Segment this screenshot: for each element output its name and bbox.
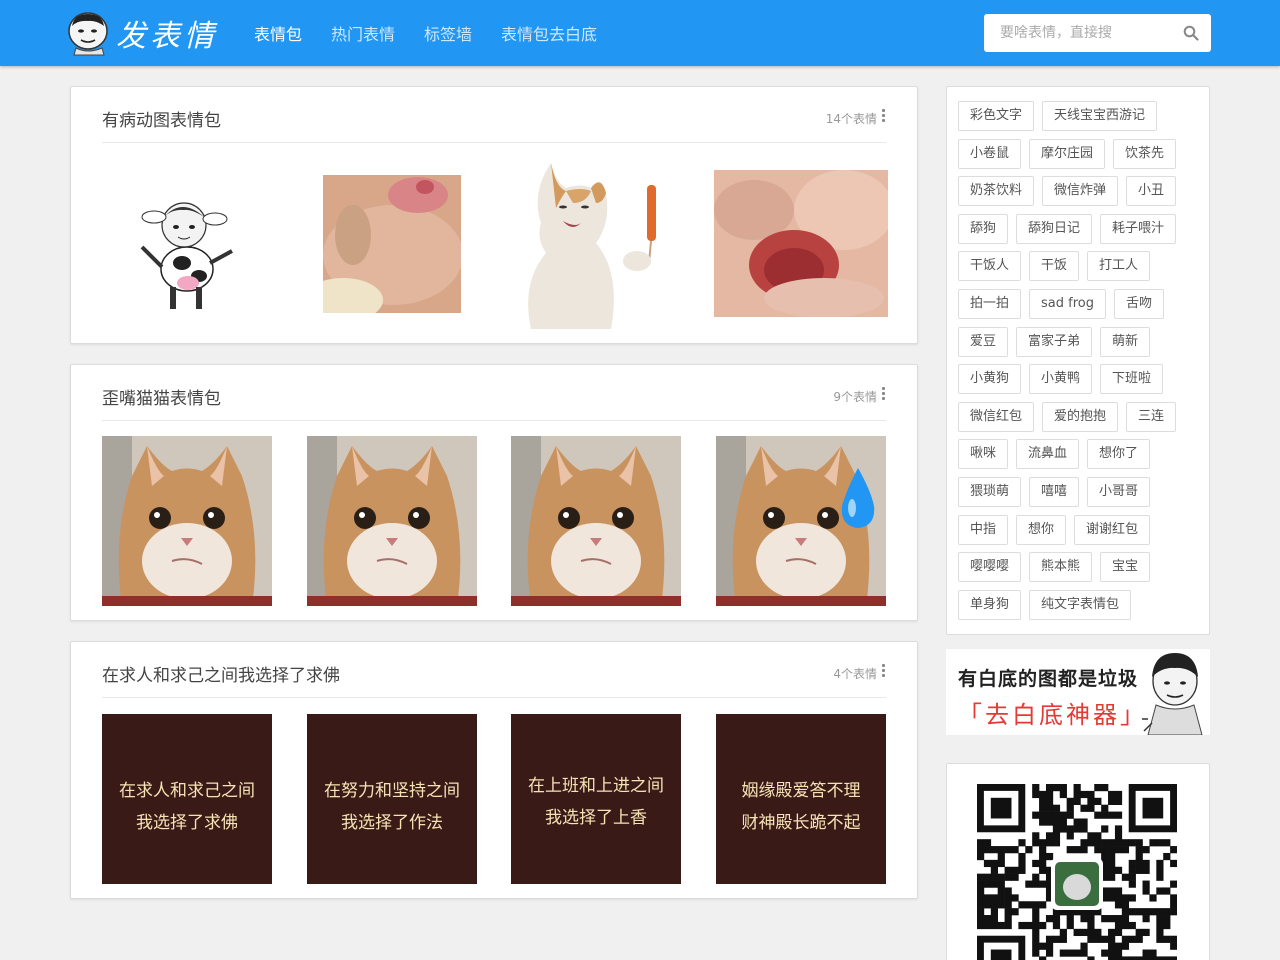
album-count: 4个表情 bbox=[833, 667, 877, 681]
tag-item[interactable]: 想你 bbox=[1016, 514, 1067, 545]
more-icon[interactable] bbox=[882, 664, 886, 678]
tag-item[interactable]: 小黄鸭 bbox=[1029, 364, 1093, 395]
meme-face-icon bbox=[68, 12, 108, 56]
mushroom-head-meme-icon bbox=[1142, 653, 1203, 735]
tag-cloud: 彩色文字 天线宝宝西游记 小卷鼠 摩尔庄园 饮茶先奶茶饮料 微信炸弹 小丑舔狗 舔狗日记 耗子喂… bbox=[946, 86, 1210, 635]
smirking-cat-sweat-drop-icon[interactable] bbox=[716, 436, 886, 606]
tag-item[interactable]: 拍一拍 bbox=[958, 288, 1022, 319]
divider bbox=[102, 697, 886, 698]
site-logo[interactable]: 发表情 bbox=[66, 10, 218, 56]
tag-item[interactable]: 彩色文字 bbox=[958, 101, 1035, 131]
main-nav: 表情包 热门表情 标签墙 表情包去白底 bbox=[254, 0, 626, 66]
tag-item[interactable]: 啾咪 bbox=[958, 439, 1009, 470]
text-meme-line2: 我选择了上香 bbox=[545, 808, 647, 828]
tag-item[interactable]: 纯文字表情包 bbox=[1029, 589, 1132, 620]
tag-item[interactable]: 小哥哥 bbox=[1087, 476, 1151, 507]
album-card: 歪嘴猫猫表情包 9个表情 bbox=[70, 364, 918, 621]
tag-item[interactable]: 爱的抱抱 bbox=[1042, 401, 1119, 432]
nav-hot-memes[interactable]: 热门表情 bbox=[331, 21, 395, 45]
album-title[interactable]: 歪嘴猫猫表情包 bbox=[102, 384, 221, 409]
tag-item[interactable]: 嘻嘻 bbox=[1029, 476, 1080, 507]
tag-item[interactable]: 爱豆 bbox=[958, 326, 1009, 357]
wechat-qr-card bbox=[946, 763, 1210, 960]
divider bbox=[102, 142, 886, 143]
nav-tag-wall[interactable]: 标签墙 bbox=[424, 21, 472, 45]
top-navbar: 发表情 表情包 热门表情 标签墙 表情包去白底 bbox=[0, 0, 1280, 66]
album-count: 9个表情 bbox=[833, 390, 877, 404]
tag-item[interactable]: 下班啦 bbox=[1100, 364, 1164, 395]
tag-item[interactable]: 小卷鼠 bbox=[958, 138, 1022, 169]
tag-item[interactable]: 嘤嘤嘤 bbox=[958, 552, 1022, 583]
text-meme-line2: 我选择了求佛 bbox=[136, 813, 238, 833]
search-box bbox=[984, 14, 1211, 52]
search-input[interactable] bbox=[984, 14, 1174, 52]
tag-item[interactable]: 舌吻 bbox=[1113, 288, 1164, 319]
tag-item[interactable]: 谢谢红包 bbox=[1074, 514, 1151, 545]
tag-item[interactable]: 富家子弟 bbox=[1016, 326, 1093, 357]
tag-item[interactable]: 单身狗 bbox=[958, 589, 1022, 620]
smirking-cat-icon[interactable] bbox=[102, 436, 272, 606]
text-meme-thumb[interactable]: 姻缘殿爱答不理 财神殿长跪不起 bbox=[716, 714, 886, 884]
text-meme-thumb[interactable]: 在努力和坚持之间 我选择了作法 bbox=[307, 714, 477, 884]
more-icon[interactable] bbox=[882, 387, 886, 401]
tag-item[interactable]: 微信炸弹 bbox=[1042, 176, 1119, 207]
smirking-cat-icon[interactable] bbox=[511, 436, 681, 606]
nav-memes[interactable]: 表情包 bbox=[254, 21, 302, 45]
tag-item[interactable]: 打工人 bbox=[1087, 251, 1151, 282]
qr-code-icon[interactable] bbox=[977, 784, 1177, 960]
tag-item[interactable]: 干饭人 bbox=[958, 251, 1022, 282]
remove-white-bg-banner[interactable]: 有白底的图都是垃圾 「去白底神器」 bbox=[946, 649, 1210, 735]
text-meme-line1: 在求人和求己之间 bbox=[119, 781, 255, 801]
tag-item[interactable]: 微信红包 bbox=[958, 401, 1035, 432]
nav-remove-white-bg[interactable]: 表情包去白底 bbox=[501, 21, 597, 45]
tag-item[interactable]: 奶茶饮料 bbox=[958, 176, 1035, 207]
text-meme-line1: 姻缘殿爱答不理 bbox=[741, 781, 861, 801]
dancing-cow-sticker-icon[interactable] bbox=[102, 159, 272, 329]
text-meme-line1: 在努力和坚持之间 bbox=[324, 781, 460, 801]
tag-item[interactable]: 舔狗日记 bbox=[1016, 213, 1093, 244]
tag-item[interactable]: 中指 bbox=[958, 514, 1009, 545]
album-card: 有病动图表情包 14个表情 bbox=[70, 86, 918, 344]
tag-item[interactable]: 饮茶先 bbox=[1113, 138, 1177, 169]
pet-nose-closeup-icon[interactable] bbox=[714, 170, 888, 317]
album-title[interactable]: 在求人和求己之间我选择了求佛 bbox=[102, 661, 340, 686]
tag-item[interactable]: 猥琐萌 bbox=[958, 476, 1022, 507]
more-icon[interactable] bbox=[882, 109, 886, 123]
text-meme-line2: 我选择了作法 bbox=[341, 813, 443, 833]
text-meme-thumb[interactable]: 在上班和上进之间 我选择了上香 bbox=[511, 714, 681, 884]
tag-item[interactable]: 宝宝 bbox=[1100, 552, 1151, 583]
tag-item[interactable]: 小黄狗 bbox=[958, 364, 1022, 395]
tag-item[interactable]: 熊本熊 bbox=[1029, 552, 1093, 583]
blurry-pet-closeup-icon[interactable] bbox=[323, 175, 461, 313]
tag-item[interactable]: 天线宝宝西游记 bbox=[1042, 101, 1158, 131]
tag-item[interactable]: 摩尔庄园 bbox=[1029, 138, 1106, 169]
tag-item[interactable]: sad frog bbox=[1029, 288, 1106, 319]
cat-holding-sausage-icon[interactable] bbox=[511, 163, 661, 329]
text-meme-line1: 在上班和上进之间 bbox=[528, 776, 664, 796]
tag-item[interactable]: 萌新 bbox=[1100, 326, 1151, 357]
tag-item[interactable]: 想你了 bbox=[1087, 439, 1151, 470]
smirking-cat-icon[interactable] bbox=[307, 436, 477, 606]
tag-item[interactable]: 舔狗 bbox=[958, 213, 1009, 244]
banner-headline: 有白底的图都是垃圾 bbox=[958, 668, 1139, 690]
tag-item[interactable]: 三连 bbox=[1126, 401, 1177, 432]
tag-item[interactable]: 流鼻血 bbox=[1016, 439, 1080, 470]
text-meme-line2: 财神殿长跪不起 bbox=[741, 813, 861, 833]
tag-item[interactable]: 干饭 bbox=[1029, 251, 1080, 282]
album-card: 在求人和求己之间我选择了求佛 4个表情 在求人和求己之间 我选择了求佛 在努力和… bbox=[70, 641, 918, 899]
tag-item[interactable]: 小丑 bbox=[1126, 176, 1177, 207]
album-count: 14个表情 bbox=[825, 112, 877, 126]
tag-item[interactable]: 耗子喂汁 bbox=[1100, 213, 1177, 244]
album-title[interactable]: 有病动图表情包 bbox=[102, 106, 221, 131]
banner-subline: 「去白底神器」 bbox=[958, 701, 1147, 729]
tag-list: 彩色文字 天线宝宝西游记 小卷鼠 摩尔庄园 饮茶先奶茶饮料 微信炸弹 小丑舔狗 舔狗日记 耗子喂… bbox=[958, 101, 1198, 627]
logo-text: 发表情 bbox=[116, 19, 218, 54]
search-icon[interactable] bbox=[1183, 25, 1199, 41]
divider bbox=[102, 420, 886, 421]
text-meme-thumb[interactable]: 在求人和求己之间 我选择了求佛 bbox=[102, 714, 272, 884]
